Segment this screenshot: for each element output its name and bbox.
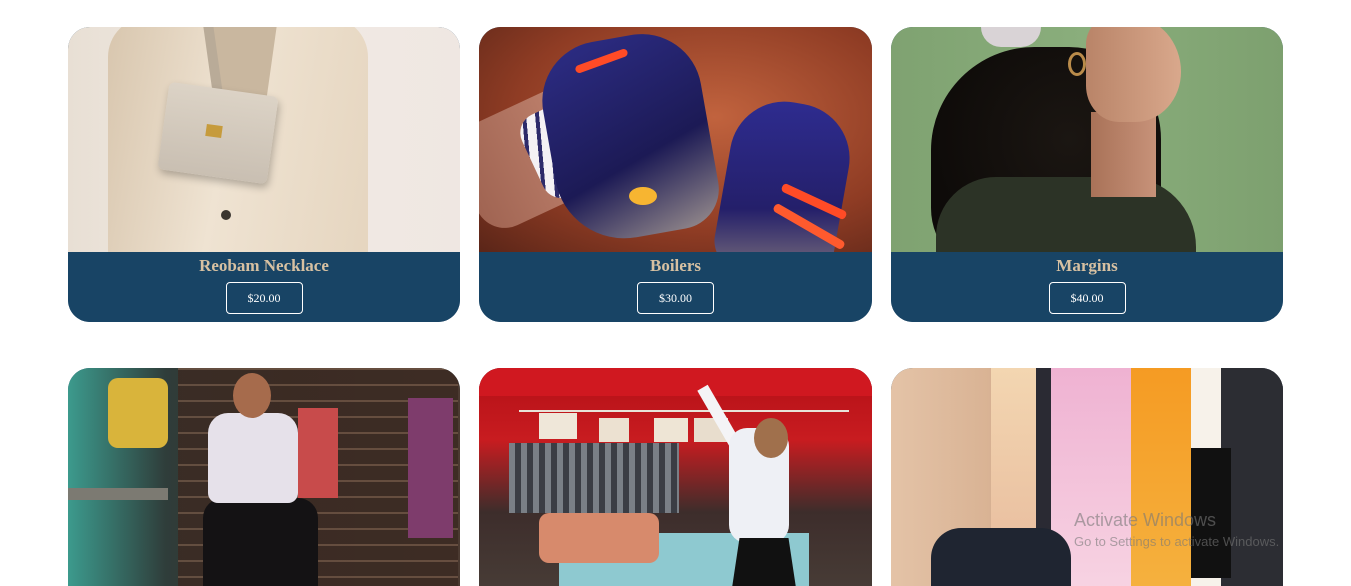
accent-shape [629, 187, 657, 205]
neck-shape [1091, 112, 1156, 197]
product-card[interactable]: Boilers $30.00 [479, 27, 872, 322]
product-image[interactable] [68, 368, 460, 586]
person-body-shape [208, 413, 298, 503]
product-card[interactable]: Reobam Necklace $20.00 [68, 27, 460, 322]
hat-shape [981, 27, 1041, 47]
product-name[interactable]: Reobam Necklace [199, 257, 329, 275]
product-image[interactable] [891, 368, 1283, 586]
activate-windows-watermark: Activate Windows Go to Settings to activ… [1074, 510, 1279, 552]
bag-shape [931, 528, 1071, 586]
person-head-shape [233, 373, 271, 418]
product-name[interactable]: Boilers [650, 257, 701, 275]
product-card[interactable] [68, 368, 460, 586]
hanging-picture-shape [654, 418, 688, 442]
girl-head-shape [754, 418, 788, 458]
clothes-shape [408, 398, 453, 538]
product-name[interactable]: Margins [1056, 257, 1117, 275]
product-image[interactable] [68, 27, 460, 252]
button-shape [221, 210, 231, 220]
shoe-shape [532, 27, 726, 250]
product-image[interactable] [479, 27, 872, 252]
product-image[interactable] [479, 368, 872, 586]
watermark-subtitle: Go to Settings to activate Windows. [1074, 534, 1280, 549]
page: Reobam Necklace $20.00 Boilers $30.00 Ma… [0, 0, 1351, 586]
price-button[interactable]: $30.00 [637, 282, 714, 314]
hanging-picture-shape [539, 413, 577, 439]
clothes-shape [298, 408, 338, 498]
product-grid: Reobam Necklace $20.00 Boilers $30.00 Ma… [68, 27, 1283, 586]
product-info: Boilers $30.00 [479, 252, 872, 322]
product-image[interactable] [891, 27, 1283, 252]
face-shape [1086, 27, 1181, 122]
girl-skirt-shape [729, 538, 799, 586]
coat-shape [936, 177, 1196, 252]
product-info: Margins $40.00 [891, 252, 1283, 322]
tent-roof-shape [479, 368, 872, 396]
stand-shape [68, 488, 168, 500]
clothes-rack-shape [509, 443, 679, 513]
product-card[interactable] [479, 368, 872, 586]
person-legs-shape [203, 498, 318, 586]
string-line-shape [519, 410, 849, 412]
price-button[interactable]: $20.00 [225, 282, 303, 314]
hanging-picture-shape [599, 418, 629, 442]
earring-shape [1068, 52, 1086, 76]
shoe-shape [709, 92, 859, 252]
goods-shape [539, 513, 659, 563]
clothes-shape [108, 378, 168, 448]
product-card[interactable] [891, 368, 1283, 586]
clasp-shape [205, 123, 223, 139]
watermark-title: Activate Windows [1074, 510, 1217, 530]
price-button[interactable]: $40.00 [1048, 282, 1126, 314]
product-info: Reobam Necklace $20.00 [68, 252, 460, 322]
product-card[interactable]: Margins $40.00 [891, 27, 1283, 322]
